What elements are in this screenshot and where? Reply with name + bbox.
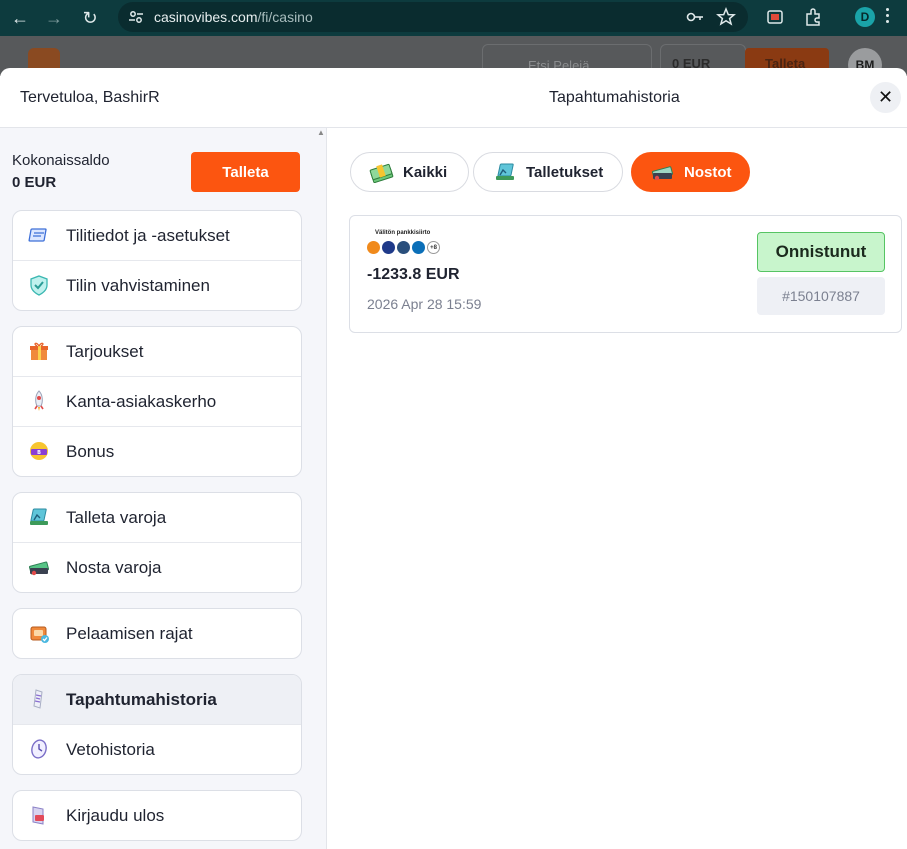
deposit-funds-icon: [496, 163, 514, 180]
sidebar-item-label: Talleta varoja: [66, 507, 167, 527]
sidebar-item-label: Kirjaudu ulos: [66, 805, 165, 825]
logout-icon: [32, 806, 44, 825]
scroll-up-arrow-icon[interactable]: ▲: [317, 128, 325, 137]
deposit-button[interactable]: Talleta: [191, 152, 300, 192]
sidebar-item-transaction-history[interactable]: Tapahtumahistoria: [13, 675, 301, 724]
transaction-id: #150107887: [757, 277, 885, 315]
bank-logo-icon: [382, 241, 395, 254]
bank-logo-icon: [397, 241, 410, 254]
filter-tab-all[interactable]: Kaikki: [350, 152, 469, 192]
verification-shield-icon: [30, 275, 48, 296]
status-badge: Onnistunut: [757, 232, 885, 272]
sidebar-item-label: Nosta varoja: [66, 557, 162, 577]
filter-tab-withdrawals[interactable]: Nostot: [631, 152, 750, 192]
menu-group-history: Tapahtumahistoria Vetohistoria: [12, 674, 302, 775]
reload-icon[interactable]: ↻: [76, 4, 104, 32]
transaction-card: Välitön pankkisiirto +8 -1233.8 EUR 2026…: [349, 215, 902, 333]
gift-icon: [30, 342, 48, 360]
sidebar-item-label: Tilin vahvistaminen: [66, 275, 210, 295]
sidebar-item-offers[interactable]: Tarjoukset: [13, 327, 301, 376]
back-arrow-icon[interactable]: ←: [6, 4, 34, 32]
payment-method-caption: Välitön pankkisiirto: [375, 230, 431, 236]
account-settings-icon: [28, 228, 47, 242]
password-key-icon[interactable]: [684, 6, 706, 28]
bank-logo-icon: [367, 241, 380, 254]
filter-tab-deposits[interactable]: Talletukset: [473, 152, 623, 192]
menu-group-promotions: Tarjoukset Kanta-asiakaskerho B Bonus: [12, 326, 302, 477]
more-methods-badge: +8: [427, 241, 440, 254]
balance-value: 0 EUR: [12, 174, 57, 191]
forward-arrow-icon[interactable]: →: [40, 4, 68, 32]
sidebar-item-label: Tarjoukset: [66, 341, 144, 361]
bet-history-icon: [31, 739, 47, 759]
sidebar-item-loyalty-club[interactable]: Kanta-asiakaskerho: [13, 376, 301, 426]
rocket-icon: [34, 390, 44, 411]
sidebar-item-label: Vetohistoria: [66, 739, 155, 759]
sidebar-item-gambling-limits[interactable]: Pelaamisen rajat: [13, 609, 301, 658]
transaction-amount: -1233.8 EUR: [367, 266, 460, 283]
browser-menu-icon[interactable]: [886, 8, 890, 26]
menu-group-account: Tilitiedot ja -asetukset Tilin vahvistam…: [12, 210, 302, 311]
address-bar[interactable]: casinovibes.com/fi/casino: [118, 2, 748, 32]
transaction-history-icon: [33, 689, 43, 709]
extensions-puzzle-icon[interactable]: [802, 6, 824, 28]
gambling-limits-icon: [30, 626, 49, 643]
modal-title: Tapahtumahistoria: [549, 89, 680, 106]
url-text: casinovibes.com/fi/casino: [154, 9, 313, 25]
sidebar-item-deposit-funds[interactable]: Talleta varoja: [13, 493, 301, 542]
sidebar-item-logout[interactable]: Kirjaudu ulos: [13, 791, 301, 840]
sidebar-item-account-settings[interactable]: Tilitiedot ja -asetukset: [13, 211, 301, 260]
menu-group-payments: Talleta varoja Nosta varoja: [12, 492, 302, 593]
bookmark-star-icon[interactable]: [715, 6, 737, 28]
browser-toolbar: ← → ↻ casinovibes.com/fi/casino D: [0, 0, 907, 36]
welcome-text: Tervetuloa, BashirR: [20, 89, 160, 106]
account-modal: Tervetuloa, BashirR Tapahtumahistoria ✕ …: [0, 68, 907, 849]
menu-group-limits: Pelaamisen rajat: [12, 608, 302, 659]
close-button[interactable]: ✕: [870, 82, 901, 113]
bonus-icon: B: [30, 442, 48, 460]
sidebar-item-bonus[interactable]: B Bonus: [13, 426, 301, 476]
deposit-funds-icon: [30, 508, 48, 525]
filter-tab-label: Talletukset: [526, 163, 604, 181]
account-sidebar: ▲ Kokonaissaldo 0 EUR Talleta Tilitiedot…: [0, 128, 327, 849]
sidebar-item-bet-history[interactable]: Vetohistoria: [13, 724, 301, 774]
sidebar-item-label: Tilitiedot ja -asetukset: [66, 225, 230, 245]
sidebar-item-label: Kanta-asiakaskerho: [66, 391, 217, 411]
bank-logo-icon: [412, 241, 425, 254]
url-path: /fi/casino: [257, 9, 313, 25]
withdraw-funds-icon: [28, 561, 50, 576]
balance-label: Kokonaissaldo: [12, 152, 110, 169]
cast-media-icon[interactable]: [764, 6, 786, 28]
modal-header: Tervetuloa, BashirR Tapahtumahistoria ✕: [0, 68, 907, 128]
filter-tab-label: Kaikki: [403, 163, 448, 181]
svg-text:B: B: [37, 450, 41, 456]
sidebar-item-label: Tapahtumahistoria: [66, 689, 217, 709]
site-settings-icon[interactable]: [128, 9, 144, 25]
withdraw-funds-icon: [651, 166, 673, 181]
profile-avatar[interactable]: D: [855, 7, 875, 27]
transaction-history-panel: Kaikki Talletukset Nostot Välitön pankki…: [327, 128, 907, 849]
money-stack-icon: [369, 163, 394, 183]
sidebar-item-verification[interactable]: Tilin vahvistaminen: [13, 260, 301, 310]
filter-tab-label: Nostot: [684, 163, 732, 181]
sidebar-item-withdraw-funds[interactable]: Nosta varoja: [13, 542, 301, 592]
url-domain: casinovibes.com: [154, 9, 258, 25]
menu-group-logout: Kirjaudu ulos: [12, 790, 302, 841]
transaction-date: 2026 Apr 28 15:59: [367, 296, 482, 312]
sidebar-item-label: Bonus: [66, 441, 115, 461]
sidebar-item-label: Pelaamisen rajat: [66, 623, 193, 643]
